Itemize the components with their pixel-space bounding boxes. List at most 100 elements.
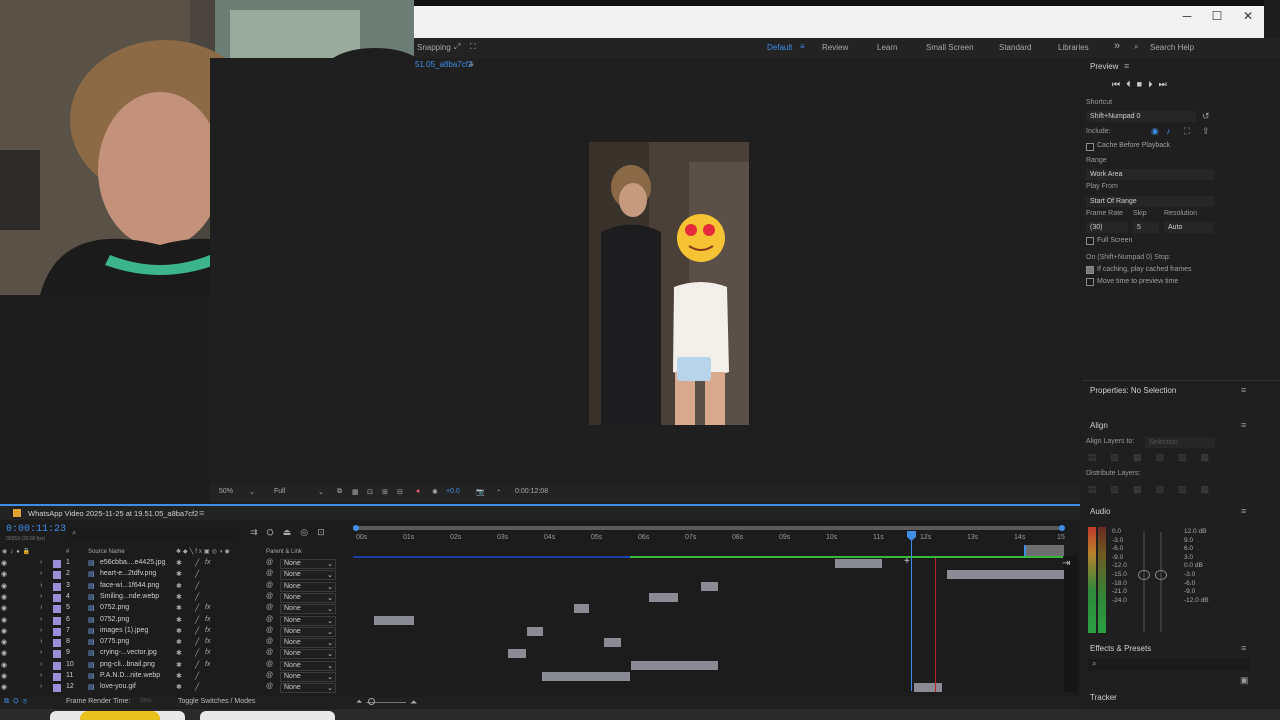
pickwhip-icon[interactable]: @ (266, 559, 273, 566)
close-button[interactable]: ✕ (1238, 8, 1258, 24)
parent-dropdown[interactable]: None ⌄ (280, 638, 336, 649)
label-color-swatch[interactable] (53, 616, 61, 625)
zoom-out-icon[interactable]: ⏶ (356, 697, 362, 707)
label-color-swatch[interactable] (53, 673, 61, 681)
parent-dropdown[interactable]: None ⌄ (280, 559, 336, 569)
zoom-chevron-icon[interactable]: ⌄ (249, 488, 255, 496)
stop-icon[interactable]: ■ (1137, 79, 1148, 89)
layer-row[interactable]: ◉ › 9 ▤ crying-...vector.jpg ✱ ╱ fx @ None ⌄ (0, 649, 352, 660)
preview-resolution-dropdown[interactable]: Auto (1164, 222, 1214, 233)
minimize-button[interactable]: ─ (1177, 8, 1197, 24)
export-icon[interactable]: ⇪ (1202, 126, 1210, 137)
visibility-eye-icon[interactable]: ◉ (1, 604, 7, 612)
expand-chevron-icon[interactable]: › (40, 593, 42, 600)
timeline-search-input[interactable]: ⌕ (68, 528, 238, 539)
workspace-menu-icon[interactable]: ≡ (800, 42, 805, 51)
search-icon[interactable]: ⌕ (1134, 42, 1138, 52)
expand-chevron-icon[interactable]: › (40, 649, 42, 656)
layer-duration-bar[interactable] (835, 559, 882, 568)
toggle-switches-button[interactable]: Toggle Switches / Modes (178, 698, 255, 705)
timeline-zoom-region[interactable] (1024, 545, 1064, 556)
col-source-name[interactable]: Source Name (88, 549, 125, 555)
zoom-dropdown[interactable]: 50% (219, 488, 233, 495)
label-color-swatch[interactable] (53, 582, 61, 591)
timeline-scroll-handle-icon[interactable]: ⇥ (1062, 558, 1070, 569)
parent-dropdown[interactable]: None ⌄ (280, 683, 336, 694)
guides-icon[interactable]: ⊞ (382, 488, 388, 496)
fx-icon[interactable]: fx (205, 559, 210, 566)
layer-duration-bar[interactable] (574, 604, 589, 614)
full-screen-checkbox[interactable] (1086, 237, 1094, 245)
fx-icon[interactable]: fx (205, 616, 210, 623)
expand-chevron-icon[interactable]: › (40, 661, 42, 668)
last-frame-icon[interactable]: ⏭ (1159, 79, 1173, 89)
layer-row[interactable]: ◉ › 12 ▤ love-you.gif ✱ ╱ @ None ⌄ (0, 683, 352, 694)
audio-include-icon[interactable]: ♪ (1166, 126, 1171, 136)
layer-duration-bar[interactable] (542, 672, 630, 681)
pickwhip-icon[interactable]: @ (266, 582, 273, 589)
parent-dropdown[interactable]: None ⌄ (280, 570, 336, 581)
timeline-tab-title[interactable]: WhatsApp Video 2025-11-25 at 19.51.05_a8… (28, 509, 198, 518)
mask-icon[interactable]: ⊡ (367, 488, 373, 496)
layer-source-name[interactable]: 0752.png (100, 604, 129, 611)
visibility-eye-icon[interactable]: ◉ (1, 672, 7, 680)
snapshot-icon[interactable]: 📷 (476, 488, 485, 496)
align-menu-icon[interactable]: ≡ (1241, 420, 1246, 430)
resolution-chevron-icon[interactable]: ⌄ (318, 488, 324, 496)
quality-icon[interactable]: ╱ (195, 649, 199, 657)
shy-icon[interactable]: ✱ (176, 604, 182, 612)
playhead-line[interactable] (911, 541, 912, 691)
taskbar-thumbnail-2[interactable] (200, 711, 335, 720)
distribute-buttons[interactable]: ▤▥▦▧▨▩ (1088, 484, 1223, 495)
label-color-swatch[interactable] (53, 560, 61, 568)
label-color-swatch[interactable] (53, 593, 61, 602)
label-color-swatch[interactable] (53, 684, 61, 693)
layer-row[interactable]: ◉ › 8 ▤ 0775.png ✱ ╱ fx @ None ⌄ (0, 638, 352, 649)
layer-row[interactable]: ◉ › 4 ▤ Smiling...nde.webp ✱ ╱ @ None ⌄ (0, 592, 352, 604)
layer-source-name[interactable]: crying-...vector.jpg (100, 649, 157, 656)
expand-chevron-icon[interactable]: › (40, 638, 42, 645)
align-buttons[interactable]: ▤▥▦▧▨▩ (1088, 452, 1223, 463)
visibility-eye-icon[interactable]: ◉ (1, 559, 7, 567)
layer-duration-bar[interactable] (374, 615, 414, 625)
show-snapshot-icon[interactable]: ◔ (496, 488, 500, 495)
workspace-tab-libraries[interactable]: Libraries (1058, 43, 1089, 52)
visibility-eye-icon[interactable]: ◉ (1, 593, 7, 601)
visibility-eye-icon[interactable]: ◉ (1, 582, 7, 590)
layer-source-name[interactable]: png-cli...bnail.png (100, 661, 155, 668)
first-frame-icon[interactable]: ⏮ (1112, 79, 1126, 89)
expand-chevron-icon[interactable]: › (40, 683, 42, 690)
snapping-icon[interactable]: ⤢ (454, 42, 460, 52)
layer-source-name[interactable]: P.A.N.D...nite.webp (100, 672, 160, 679)
layer-duration-bar[interactable] (649, 592, 678, 602)
cache-before-checkbox[interactable] (1086, 143, 1094, 151)
grid-snap-icon[interactable]: ⛶ (470, 42, 476, 52)
layer-source-name[interactable]: e56cbba....e4425.jpg (100, 559, 165, 566)
composition-tab[interactable]: 51.05_a8ba7cf2 (415, 60, 472, 69)
pickwhip-icon[interactable]: @ (266, 604, 273, 611)
layer-duration-bar[interactable] (631, 660, 718, 670)
shy-icon[interactable]: ✱ (176, 661, 182, 669)
composition-menu-icon[interactable]: ≡ (469, 60, 474, 69)
label-color-swatch[interactable] (53, 639, 61, 648)
zoom-in-icon[interactable]: ⏶ (410, 697, 417, 708)
quality-icon[interactable]: ╱ (195, 638, 199, 646)
label-color-swatch[interactable] (53, 571, 61, 580)
video-include-icon[interactable]: ◉ (1151, 126, 1159, 137)
timeline-switch-icons[interactable]: ⇉⛭⏏◎⊡ (250, 527, 334, 538)
layer-row[interactable]: ◉ › 2 ▤ heart-e...2tdfv.png ✱ ╱ @ None ⌄ (0, 570, 352, 581)
shy-icon[interactable]: ✱ (176, 638, 182, 646)
pickwhip-icon[interactable]: @ (266, 616, 273, 623)
layer-source-name[interactable]: love-you.gif (100, 683, 136, 690)
pickwhip-icon[interactable]: @ (266, 649, 273, 656)
parent-dropdown[interactable]: None ⌄ (280, 581, 336, 592)
shortcut-dropdown[interactable]: Shift+Numpad 0 (1086, 111, 1196, 122)
quality-icon[interactable]: ╱ (195, 604, 199, 612)
shy-icon[interactable]: ✱ (176, 672, 182, 680)
layer-duration-bar[interactable] (604, 638, 621, 648)
pickwhip-icon[interactable]: @ (266, 593, 273, 600)
pickwhip-icon[interactable]: @ (266, 570, 273, 577)
parent-dropdown[interactable]: None ⌄ (280, 649, 336, 660)
work-area-bar[interactable] (353, 526, 1063, 530)
properties-menu-icon[interactable]: ≡ (1241, 385, 1246, 395)
